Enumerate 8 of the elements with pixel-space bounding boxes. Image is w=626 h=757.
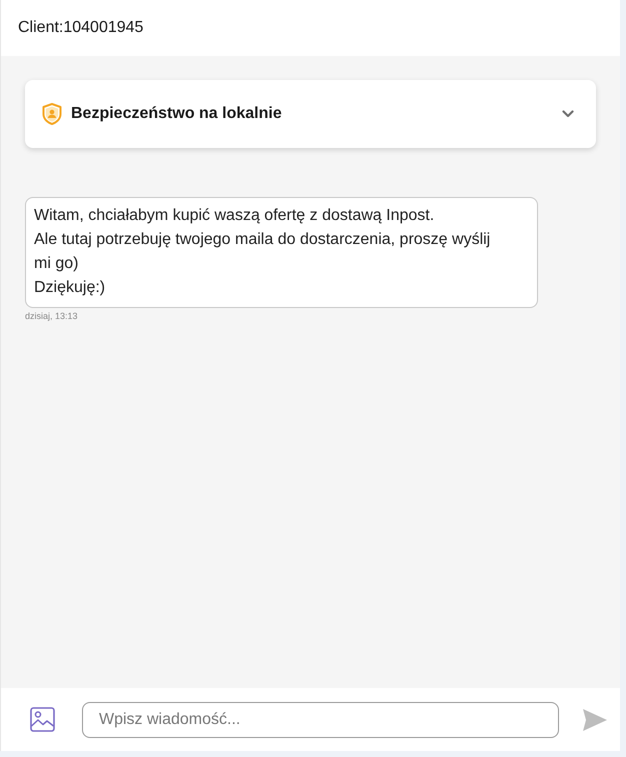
- client-title: Client:104001945: [18, 18, 144, 38]
- message-input[interactable]: Wpisz wiadomość...: [82, 702, 559, 738]
- message-bubble: Witam, chciałabym kupić waszą ofertę z dostawą Inpost. Ale tutaj potrzebuję twojego maila do dostarczenia, proszę wyślij mi go) Dziękuję:): [25, 197, 538, 308]
- shield-person-icon: [42, 103, 62, 125]
- message-time: dzisiaj, 13:13: [25, 310, 78, 323]
- image-upload-icon[interactable]: [30, 707, 55, 732]
- security-panel[interactable]: Bezpieczeństwo na lokalnie: [25, 80, 596, 148]
- security-panel-title: Bezpieczeństwo na lokalnie: [71, 104, 283, 124]
